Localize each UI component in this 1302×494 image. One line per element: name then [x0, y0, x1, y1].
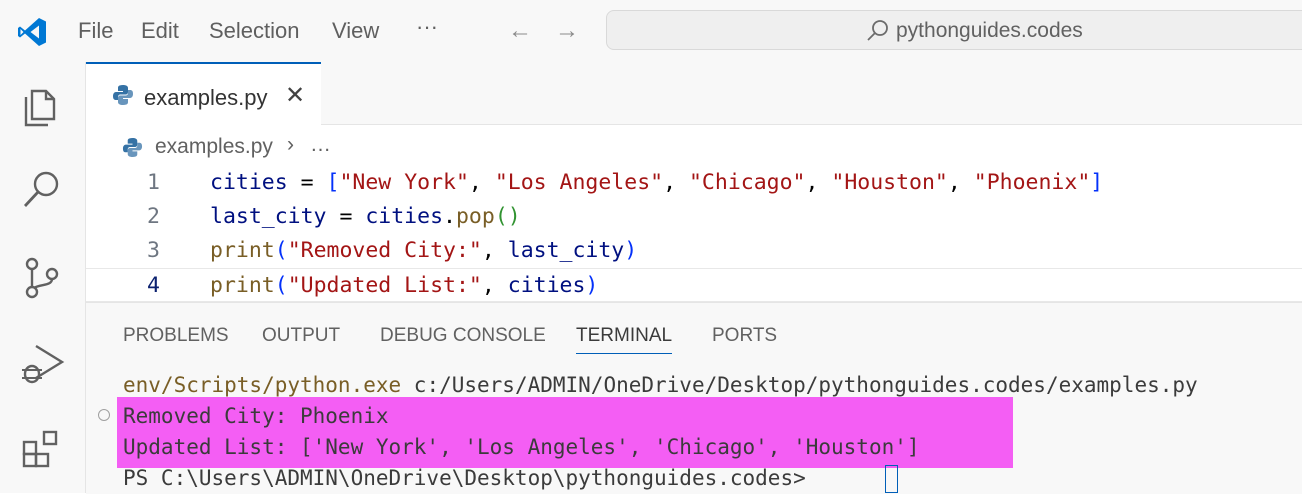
line-number: 1: [147, 170, 160, 195]
menu-file[interactable]: File: [78, 18, 113, 44]
tab-problems[interactable]: PROBLEMS: [123, 325, 229, 347]
run-debug-icon[interactable]: [18, 340, 66, 388]
menu-more-button[interactable]: ···: [416, 14, 438, 40]
terminal-output-removed: Removed City: Phoenix: [123, 404, 389, 428]
terminal-command: env/Scripts/python.exe: [123, 373, 402, 397]
terminal-line: env/Scripts/python.exe c:/Users/ADMIN/On…: [123, 373, 1198, 397]
menu-edit[interactable]: Edit: [141, 18, 179, 44]
code-text: print("Updated List:", cities): [210, 273, 599, 298]
python-file-icon: [122, 137, 143, 158]
explorer-icon[interactable]: [18, 81, 66, 129]
code-text: last_city = cities.pop(): [210, 204, 521, 229]
search-view-icon[interactable]: [18, 166, 66, 214]
code-text: cities = ["New York", "Los Angeles", "Ch…: [210, 170, 1104, 195]
code-text: print("Removed City:", last_city): [210, 238, 638, 263]
source-control-icon[interactable]: [18, 254, 66, 302]
tab-terminal[interactable]: TERMINAL: [576, 325, 673, 354]
breadcrumb-more[interactable]: …: [310, 133, 331, 157]
search-icon: [867, 20, 888, 41]
code-line[interactable]: 1 cities = ["New York", "Los Angeles", "…: [86, 166, 1302, 200]
extensions-icon[interactable]: [18, 426, 66, 474]
line-number: 3: [147, 238, 160, 263]
menu-view[interactable]: View: [332, 18, 379, 44]
tab-label: examples.py: [144, 85, 268, 110]
command-decoration-icon[interactable]: [98, 409, 110, 421]
python-file-icon: [113, 85, 133, 105]
terminal-command-path: c:/Users/ADMIN/OneDrive/Desktop/pythongu…: [401, 373, 1198, 397]
breadcrumb-file[interactable]: examples.py: [155, 135, 273, 159]
terminal-prompt: PS C:\Users\ADMIN\OneDrive\Desktop\pytho…: [123, 466, 819, 490]
forward-arrow-icon[interactable]: →: [555, 17, 579, 45]
search-text: pythonguides.codes: [896, 19, 1083, 42]
tab-output[interactable]: OUTPUT: [262, 325, 340, 347]
line-number: 2: [147, 204, 160, 229]
code-line[interactable]: 3 print("Removed City:", last_city): [86, 234, 1302, 268]
terminal-cursor[interactable]: [885, 465, 898, 493]
command-center-search[interactable]: pythonguides.codes: [606, 10, 1302, 50]
back-arrow-icon[interactable]: ←: [508, 17, 532, 45]
terminal-output-updated: Updated List: ['New York', 'Los Angeles'…: [123, 435, 920, 459]
tab-examples-py[interactable]: examples.py ✕: [86, 62, 321, 125]
code-editor[interactable]: 1 cities = ["New York", "Los Angeles", "…: [86, 166, 1302, 302]
vscode-logo-icon[interactable]: [16, 16, 48, 48]
editor-tab-bar: examples.py ✕: [86, 62, 1302, 125]
code-line-current[interactable]: 4 print("Updated List:", cities): [86, 268, 1302, 302]
chevron-right-icon: ›: [287, 133, 294, 156]
close-icon[interactable]: ✕: [285, 81, 305, 110]
tab-ports[interactable]: PORTS: [712, 325, 777, 347]
code-line[interactable]: 2 last_city = cities.pop(): [86, 200, 1302, 234]
activity-bar: [0, 62, 86, 493]
tab-debug-console[interactable]: DEBUG CONSOLE: [380, 325, 546, 347]
line-number: 4: [147, 273, 160, 298]
menu-selection[interactable]: Selection: [209, 18, 300, 44]
title-bar: File Edit Selection View ··· ← → pythong…: [0, 0, 1302, 62]
